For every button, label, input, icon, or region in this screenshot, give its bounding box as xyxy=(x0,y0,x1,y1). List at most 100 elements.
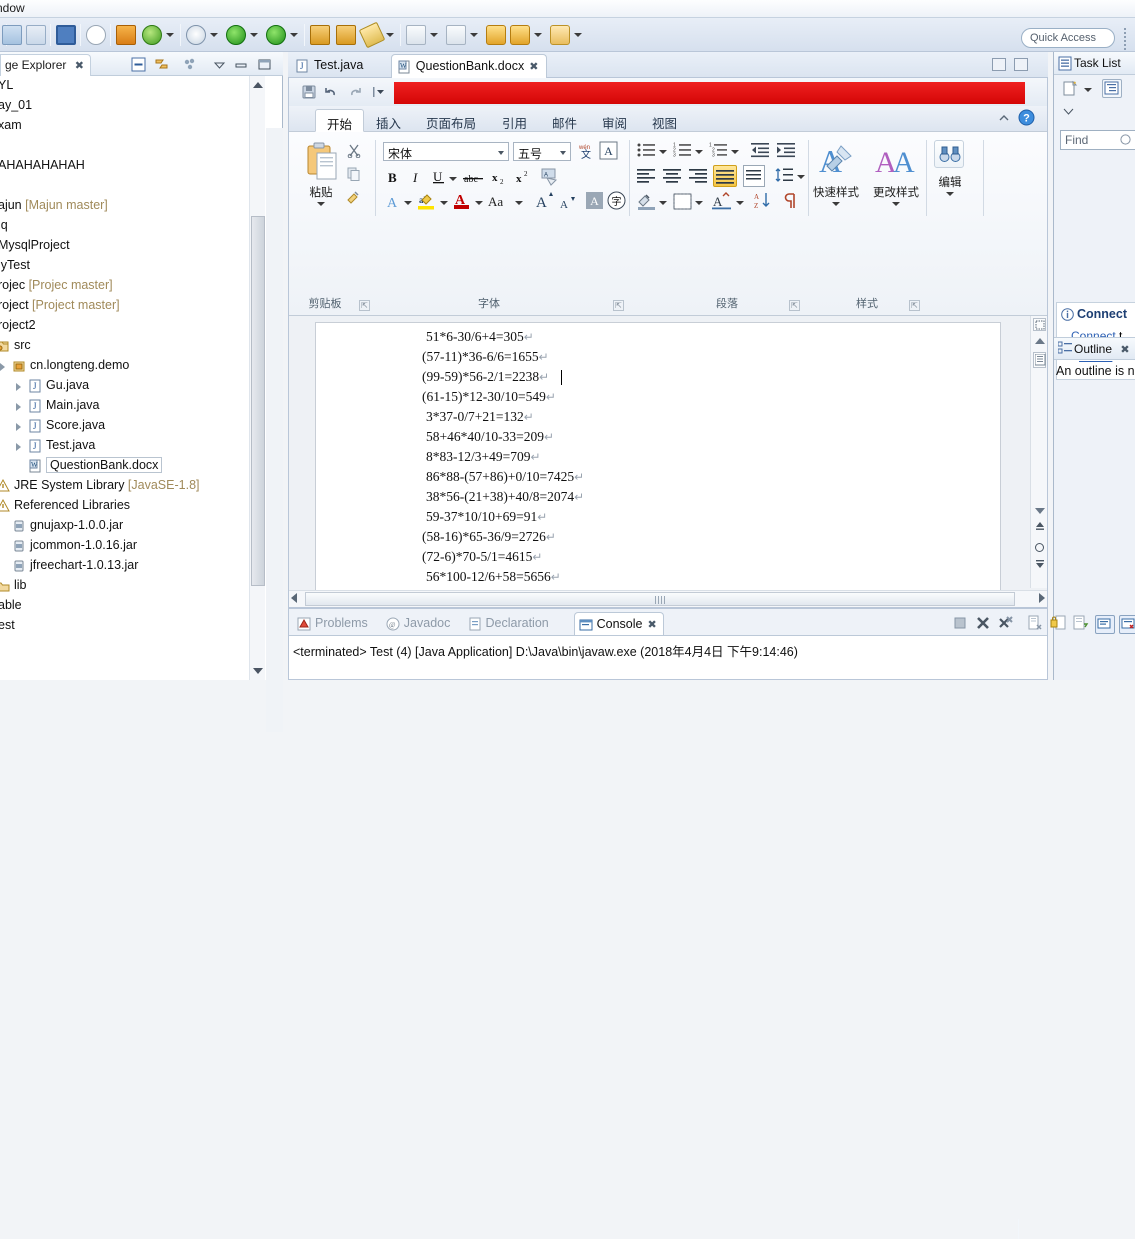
sort-icon[interactable]: AZ xyxy=(753,191,772,213)
menu-window-label[interactable]: ndow xyxy=(0,1,25,15)
chevron-up-icon[interactable] xyxy=(997,111,1011,128)
borders-dropdown-icon[interactable] xyxy=(695,201,703,205)
new-java-project-icon[interactable] xyxy=(142,25,162,45)
toolbar-grip[interactable] xyxy=(1121,26,1129,50)
word-wrap-icon[interactable] xyxy=(1073,615,1089,631)
chevron-down-icon-4[interactable] xyxy=(290,33,298,37)
ribbon-tab[interactable]: 审阅 xyxy=(591,109,638,132)
chevron-down-icon-3[interactable] xyxy=(250,33,258,37)
bold-icon[interactable]: B xyxy=(385,169,400,188)
tree-item[interactable]: J Score.java xyxy=(0,416,266,436)
phonetic-guide-icon[interactable]: wén 文 xyxy=(577,141,596,163)
font-dialog-launcher[interactable]: ⇱ xyxy=(613,300,624,311)
run-icon[interactable] xyxy=(226,25,246,45)
document-line[interactable]: 51*6-30/6+4=305↵ xyxy=(426,329,534,345)
document-line[interactable]: 8*83-12/3+49=709↵ xyxy=(426,449,541,465)
skip-breakpoints-icon[interactable] xyxy=(86,25,106,45)
tree-item[interactable]: roject [Project master] xyxy=(0,296,266,316)
change-styles-label[interactable]: 更改样式 xyxy=(867,184,925,200)
remove-all-terminated-icon[interactable] xyxy=(998,615,1014,631)
document-line[interactable]: 56*100-12/6+58=5656↵ xyxy=(426,569,561,585)
quick-access-input[interactable]: Quick Access xyxy=(1021,28,1115,48)
redo-icon[interactable] xyxy=(347,84,363,100)
highlight-dropdown-icon[interactable] xyxy=(440,201,448,205)
tree-item[interactable]: MysqlProject xyxy=(0,236,266,256)
cut-icon[interactable] xyxy=(347,144,361,161)
tree-item[interactable]: YL xyxy=(0,76,266,96)
minimize-icon[interactable] xyxy=(233,56,250,73)
new-package-icon[interactable] xyxy=(116,25,136,45)
ribbon-tab[interactable]: 引用 xyxy=(491,109,538,132)
view-dropdown-icon[interactable] xyxy=(211,56,228,73)
run-coverage-icon[interactable] xyxy=(266,25,286,45)
word-vertical-scrollbar[interactable] xyxy=(1030,316,1047,588)
chevron-down-icon-9[interactable] xyxy=(574,33,582,37)
clipboard-dialog-launcher[interactable]: ⇱ xyxy=(359,300,370,311)
tree-item[interactable]: ay_01 xyxy=(0,96,266,116)
quick-styles-dropdown-icon[interactable] xyxy=(832,202,840,206)
show-console-icon[interactable] xyxy=(1095,615,1115,634)
view-menu-icon[interactable] xyxy=(1060,104,1077,121)
explorer-vertical-scrollbar[interactable] xyxy=(249,76,265,680)
close-icon[interactable]: ✖ xyxy=(529,61,538,73)
borders-icon[interactable] xyxy=(673,193,692,213)
ribbon-tab[interactable]: 视图 xyxy=(641,109,688,132)
show-marks-icon[interactable] xyxy=(783,192,800,213)
terminate-icon[interactable] xyxy=(952,615,968,631)
tree-item[interactable]: AHAHAHAHAH xyxy=(0,156,266,176)
character-border-icon[interactable]: A xyxy=(599,141,618,163)
clear-formatting-icon[interactable]: A xyxy=(541,168,560,189)
chevron-right-icon[interactable] xyxy=(0,363,5,371)
subscript-icon[interactable]: x2 xyxy=(491,170,508,188)
scroll-lock-icon[interactable] xyxy=(1050,615,1066,631)
ribbon-tab[interactable]: 邮件 xyxy=(541,109,588,132)
tree-item[interactable]: J Gu.java xyxy=(0,376,266,396)
help-icon[interactable]: ? xyxy=(1018,109,1035,129)
scroll-up-icon[interactable] xyxy=(253,82,263,88)
scrollbar-thumb[interactable] xyxy=(251,216,265,586)
editing-button-label[interactable]: 编辑 xyxy=(929,174,971,190)
tree-item[interactable]: lyTest xyxy=(0,256,266,276)
scroll-down-icon[interactable] xyxy=(1035,508,1045,514)
chevron-right-icon[interactable] xyxy=(16,443,21,451)
change-styles-dropdown-icon[interactable] xyxy=(892,202,900,206)
tree-item[interactable]: Referenced Libraries xyxy=(0,496,266,516)
paste-button-label[interactable]: 粘贴 xyxy=(297,184,345,200)
shading-dropdown-icon[interactable] xyxy=(659,201,667,205)
paste-icon[interactable] xyxy=(305,142,339,185)
document-line[interactable]: 3*37-0/7+21=132↵ xyxy=(426,409,534,425)
minimize-icon[interactable] xyxy=(992,58,1006,71)
save-icon[interactable] xyxy=(301,84,317,100)
ribbon-tab[interactable]: 插入 xyxy=(365,109,412,132)
close-icon[interactable]: ✖ xyxy=(647,619,656,631)
chevron-down-icon[interactable] xyxy=(166,33,174,37)
console-tab[interactable]: @ Javadoc xyxy=(382,612,457,635)
browse-object-icon[interactable] xyxy=(1035,543,1044,552)
clear-console-icon[interactable] xyxy=(1027,615,1043,631)
format-painter-icon[interactable] xyxy=(346,189,361,207)
undo-icon[interactable] xyxy=(323,84,339,100)
align-left-icon[interactable] xyxy=(637,168,656,186)
enclose-character-icon[interactable]: 字 xyxy=(607,191,626,213)
tree-item[interactable]: jfreechart-1.0.13.jar xyxy=(0,556,266,576)
close-icon[interactable]: ✖ xyxy=(75,60,84,72)
tree-item[interactable]: J Test.java xyxy=(0,436,266,456)
package-explorer-tree[interactable]: YL ay_01xam AHAHAHAHAH ajun [Majun master] l… xyxy=(0,76,266,680)
multilevel-dropdown-icon[interactable] xyxy=(731,150,739,154)
next-edit-icon[interactable] xyxy=(550,25,570,45)
maximize-icon[interactable] xyxy=(256,56,273,73)
styles-dialog-launcher[interactable]: ⇱ xyxy=(909,300,920,311)
hscroll-thumb[interactable] xyxy=(305,592,1015,606)
tree-item[interactable] xyxy=(0,176,266,196)
tree-item[interactable]: lib xyxy=(0,576,266,596)
highlight-icon[interactable]: ab xyxy=(417,192,436,214)
asian-layout-icon[interactable]: A xyxy=(711,192,733,213)
document-line[interactable]: (57-11)*36-6/6=1655↵ xyxy=(422,349,549,365)
document-line[interactable]: 59-37*10/10+69=91↵ xyxy=(426,509,547,525)
editor-tab[interactable]: W QuestionBank.docx ✖ xyxy=(390,54,548,78)
paragraph-dialog-launcher[interactable]: ⇱ xyxy=(789,300,800,311)
ribbon-tab[interactable]: 开始 xyxy=(315,109,365,132)
font-color-icon[interactable]: A xyxy=(453,191,471,214)
page-view-icon[interactable] xyxy=(1033,352,1046,368)
word-horizontal-scrollbar[interactable] xyxy=(289,590,1047,607)
